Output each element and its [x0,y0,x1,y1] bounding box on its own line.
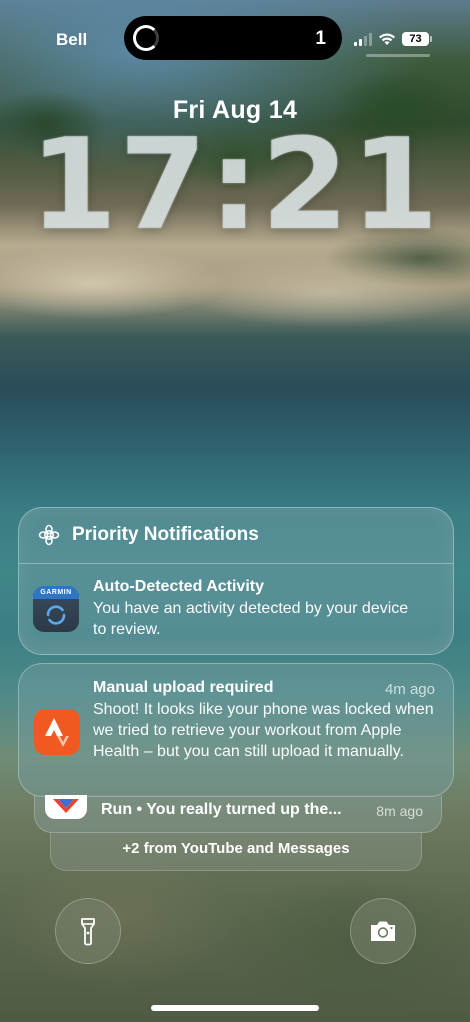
sync-icon [46,605,66,625]
apple-intelligence-icon [38,524,60,546]
lock-time: 17:21 [29,111,441,258]
cellular-signal-icon [354,32,372,46]
camera-icon [371,921,395,941]
dynamic-island[interactable]: 1 [124,16,342,60]
garmin-app-icon: GARMIN [33,586,79,632]
garmin-logo-text: GARMIN [33,586,79,599]
camera-button[interactable] [350,898,416,964]
run-app-icon [45,795,87,819]
strava-notification-title: Manual upload required [93,679,274,696]
priority-title: Priority Notifications [72,524,259,545]
stacked-notification-time: 8m ago [376,803,423,819]
priority-header: Priority Notifications [19,508,453,564]
flashlight-button[interactable] [55,898,121,964]
strava-chevron-icon [45,718,69,747]
strava-notification-time: 4m ago [384,681,435,698]
strava-notification-card[interactable]: Manual upload required 4m ago Shoot! It … [18,663,454,797]
wifi-icon [379,33,395,45]
stacked-notification-text: Run • You really turned up the... [101,801,342,818]
garmin-notification-body: You have an activity detected by your de… [93,600,409,638]
strava-notification-body: Shoot! It looks like your phone was lock… [93,701,434,760]
home-indicator[interactable] [151,1005,319,1011]
carrier-name: Bell [56,30,88,49]
battery-level: 73 [402,32,432,46]
run-app-chevron-icon [53,799,79,813]
stacked-notification[interactable]: Run • You really turned up the... 8m ago [34,795,442,833]
more-notifications[interactable]: +2 from YouTube and Messages [50,832,422,871]
status-icons: 73 [354,29,432,49]
garmin-notification-title: Auto-Detected Activity [93,578,264,595]
strava-app-icon [34,709,80,755]
priority-notifications-card[interactable]: Priority Notifications GARMIN Auto-Detec… [18,507,454,655]
activity-progress-icon [133,25,159,51]
flashlight-icon [81,918,95,946]
status-underline [366,54,430,57]
activity-count: 1 [315,28,326,49]
